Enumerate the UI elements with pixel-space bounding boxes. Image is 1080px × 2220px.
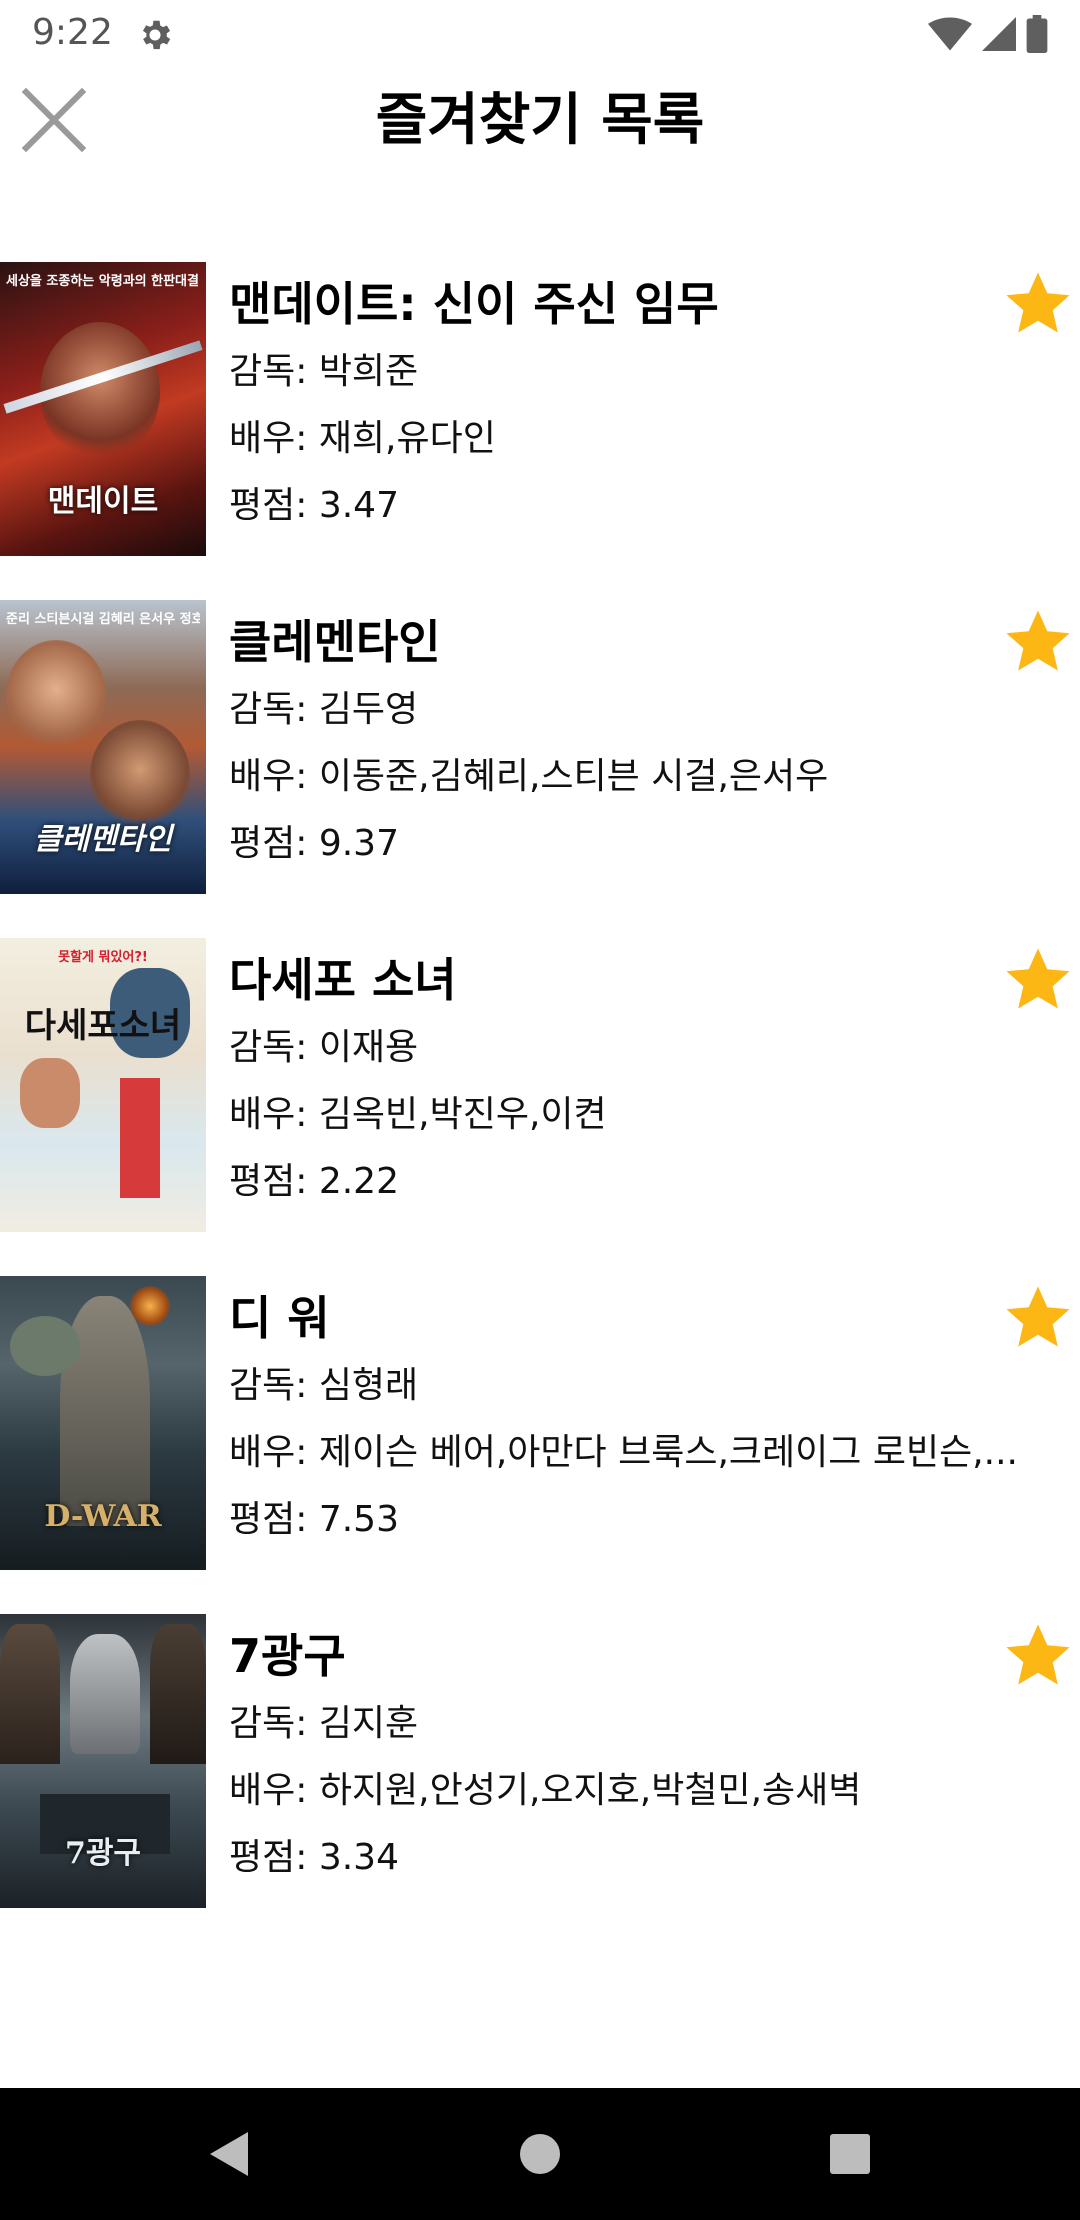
actors-value: 제이슨 베어,아만다 브룩스,크레이그 로빈슨,...: [318, 1432, 1018, 1473]
gear-icon: [142, 20, 171, 50]
list-item[interactable]: 7광구 7광구 감독: 김지훈 배우: 하지원,안성기,오지호,박철민,송새벽 …: [0, 1614, 1080, 1908]
actors-value: 하지원,안성기,오지호,박철민,송새벽: [318, 1770, 862, 1811]
movie-title: 맨데이트: 신이 주신 임무: [229, 277, 719, 331]
movie-rating: 평점: 9.37: [229, 810, 1061, 877]
list-item[interactable]: 못할게 뭐있어?! 다세포소녀 다세포 소녀 감독: 이재용 배우: 김옥빈,박…: [0, 938, 1080, 1232]
favorite-star-icon[interactable]: [1002, 1620, 1074, 1692]
movie-rating: 평점: 7.53: [229, 1486, 1061, 1553]
home-icon: [520, 2134, 560, 2174]
status-time: 9:22: [32, 12, 113, 53]
poster-title: 다세포소녀: [24, 1006, 182, 1046]
movie-rating: 평점: 3.34: [229, 1824, 1061, 1891]
movie-director: 감독: 박희준: [229, 338, 1061, 405]
movie-info: 맨데이트: 신이 주신 임무 감독: 박희준 배우: 재희,유다인 평점: 3.…: [229, 272, 1069, 539]
movie-poster: 못할게 뭐있어?! 다세포소녀: [0, 938, 206, 1232]
director-value: 김지훈: [318, 1703, 419, 1744]
rating-label: 평점:: [229, 1499, 319, 1540]
list-item[interactable]: 세상을 조종하는 악령과의 한판대결! 맨데이트 맨데이트: 신이 주신 임무 …: [0, 262, 1080, 556]
director-label: 감독:: [229, 1365, 319, 1406]
rating-value: 7.53: [318, 1499, 399, 1540]
list-item[interactable]: D-WAR 디 워 감독: 심형래 배우: 제이슨 베어,아만다 브룩스,크레이…: [0, 1276, 1080, 1570]
movie-title: 디 워: [229, 1291, 330, 1345]
favorite-star-icon[interactable]: [1002, 268, 1074, 340]
navigation-bar: [0, 2088, 1080, 2220]
director-value: 이재용: [318, 1027, 419, 1068]
movie-title: 7광구: [229, 1629, 346, 1683]
poster-tagline: 준리 스티븐시걸 김혜리 은서우 정호: [6, 612, 200, 627]
movie-info: 디 워 감독: 심형래 배우: 제이슨 베어,아만다 브룩스,크레이그 로빈슨,…: [229, 1286, 1069, 1553]
wifi-icon: [928, 17, 972, 51]
rating-value: 3.34: [318, 1837, 399, 1878]
favorite-star-icon[interactable]: [1002, 606, 1074, 678]
poster-tagline: 못할게 뭐있어?!: [58, 950, 148, 965]
director-label: 감독:: [229, 1703, 319, 1744]
movie-actors: 배우: 하지원,안성기,오지호,박철민,송새벽: [229, 1757, 1061, 1824]
movie-actors: 배우: 김옥빈,박진우,이켠: [229, 1081, 1061, 1148]
movie-info: 7광구 감독: 김지훈 배우: 하지원,안성기,오지호,박철민,송새벽 평점: …: [229, 1624, 1069, 1891]
status-bar: 9:22: [0, 0, 1080, 66]
movie-director: 감독: 심형래: [229, 1352, 1061, 1419]
movie-director: 감독: 이재용: [229, 1014, 1061, 1081]
favorite-star-icon[interactable]: [1002, 1282, 1074, 1354]
home-button[interactable]: [510, 2124, 570, 2184]
movie-actors: 배우: 이동준,김혜리,스티븐 시걸,은서우: [229, 743, 1061, 810]
movie-poster: D-WAR: [0, 1276, 206, 1570]
poster-title: 7광구: [64, 1836, 142, 1871]
movie-rating: 평점: 2.22: [229, 1148, 1061, 1215]
movie-actors: 배우: 재희,유다인: [229, 405, 1061, 472]
movie-title: 다세포 소녀: [229, 953, 457, 1007]
list-item[interactable]: 준리 스티븐시걸 김혜리 은서우 정호 클레멘타인 클레멘타인 감독: 김두영 …: [0, 600, 1080, 894]
rating-label: 평점:: [229, 485, 319, 526]
actors-value: 이동준,김혜리,스티븐 시걸,은서우: [318, 756, 829, 797]
director-label: 감독:: [229, 689, 319, 730]
director-label: 감독:: [229, 1027, 319, 1068]
movie-director: 감독: 김두영: [229, 676, 1061, 743]
recents-button[interactable]: [820, 2124, 880, 2184]
favorites-list: 세상을 조종하는 악령과의 한판대결! 맨데이트 맨데이트: 신이 주신 임무 …: [0, 262, 1080, 1952]
back-icon: [210, 2132, 248, 2176]
movie-rating: 평점: 3.47: [229, 472, 1061, 539]
battery-icon: [1026, 15, 1048, 53]
page-title: 즐겨찾기 목록: [375, 88, 705, 153]
director-value: 심형래: [318, 1365, 419, 1406]
movie-info: 클레멘타인 감독: 김두영 배우: 이동준,김혜리,스티븐 시걸,은서우 평점:…: [229, 610, 1069, 877]
actors-label: 배우:: [229, 1432, 319, 1473]
rating-label: 평점:: [229, 1837, 319, 1878]
toolbar: 즐겨찾기 목록: [0, 66, 1080, 186]
poster-title: 맨데이트: [47, 484, 159, 519]
director-label: 감독:: [229, 351, 319, 392]
director-value: 김두영: [318, 689, 419, 730]
movie-poster: 준리 스티븐시걸 김혜리 은서우 정호 클레멘타인: [0, 600, 206, 894]
favorite-star-icon[interactable]: [1002, 944, 1074, 1016]
actors-label: 배우:: [229, 418, 319, 459]
actors-value: 김옥빈,박진우,이켠: [318, 1094, 607, 1135]
movie-poster: 7광구: [0, 1614, 206, 1908]
director-value: 박희준: [318, 351, 419, 392]
cellular-icon: [982, 17, 1016, 51]
movie-actors: 배우: 제이슨 베어,아만다 브룩스,크레이그 로빈슨,...: [229, 1419, 1061, 1486]
rating-label: 평점:: [229, 1161, 319, 1202]
movie-title: 클레멘타인: [229, 615, 441, 669]
poster-title: D-WAR: [44, 1499, 162, 1534]
actors-label: 배우:: [229, 756, 319, 797]
rating-label: 평점:: [229, 823, 319, 864]
movie-poster: 세상을 조종하는 악령과의 한판대결! 맨데이트: [0, 262, 206, 556]
rating-value: 3.47: [318, 485, 399, 526]
actors-label: 배우:: [229, 1770, 319, 1811]
actors-label: 배우:: [229, 1094, 319, 1135]
recents-icon: [830, 2134, 870, 2174]
back-button[interactable]: [198, 2124, 258, 2184]
poster-title: 클레멘타인: [34, 822, 172, 857]
actors-value: 재희,유다인: [318, 418, 496, 459]
status-icons: [928, 14, 1048, 54]
movie-director: 감독: 김지훈: [229, 1690, 1061, 1757]
movie-info: 다세포 소녀 감독: 이재용 배우: 김옥빈,박진우,이켠 평점: 2.22: [229, 948, 1069, 1215]
rating-value: 2.22: [318, 1161, 399, 1202]
poster-tagline: 세상을 조종하는 악령과의 한판대결!: [6, 274, 200, 289]
rating-value: 9.37: [318, 823, 399, 864]
